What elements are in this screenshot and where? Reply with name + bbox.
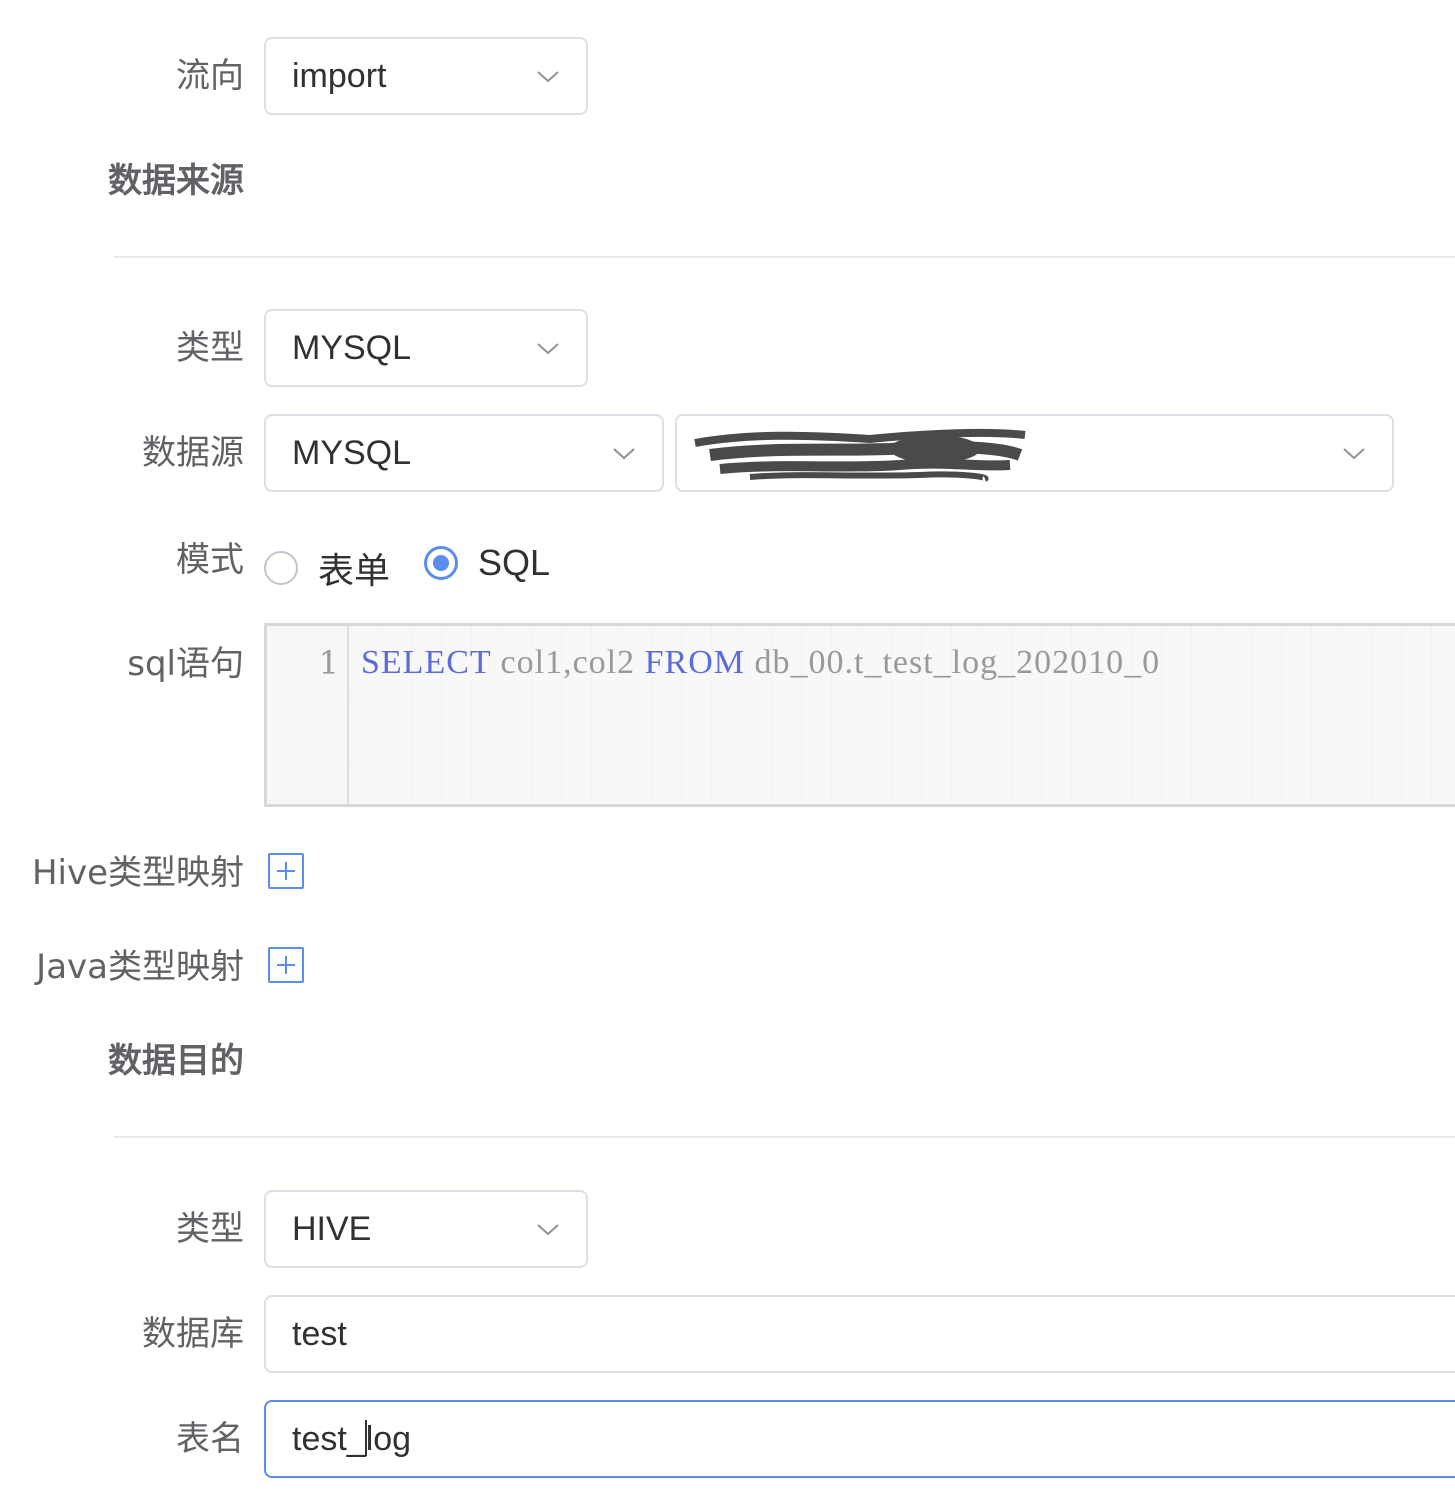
- mode-radio-form[interactable]: 表单: [264, 542, 390, 594]
- database-label: 数据库: [142, 1314, 244, 1354]
- target-section-title: 数据目的: [108, 1041, 244, 1081]
- sql-keyword-from: FROM: [644, 644, 745, 681]
- datasource-type-value: MYSQL: [292, 434, 412, 472]
- sql-label: sql语句: [127, 644, 244, 684]
- redaction-scribble: [694, 428, 1026, 482]
- target-type-value: HIVE: [292, 1210, 372, 1248]
- sql-editor[interactable]: 1 SELECT col1,col2 FROM db_00.t_test_log…: [264, 623, 1455, 807]
- chevron-down-icon: [1343, 448, 1365, 460]
- source-type-label: 类型: [176, 328, 244, 368]
- database-input[interactable]: test: [264, 1295, 1455, 1373]
- source-section-title: 数据来源: [108, 161, 244, 201]
- flow-select[interactable]: import: [264, 37, 588, 115]
- hive-mapping-label: Hive类型映射: [31, 853, 244, 893]
- mode-radio-sql[interactable]: SQL: [424, 542, 550, 584]
- hive-mapping-add-icon[interactable]: [268, 853, 304, 889]
- source-type-select[interactable]: MYSQL: [264, 309, 588, 387]
- table-name-after-cursor: log: [365, 1420, 412, 1458]
- editor-code-area[interactable]: SELECT col1,col2 FROM db_00.t_test_log_2…: [351, 626, 1455, 804]
- java-mapping-add-icon[interactable]: [268, 947, 304, 983]
- code-line: SELECT col1,col2 FROM db_00.t_test_log_2…: [361, 644, 1160, 682]
- target-type-label: 类型: [176, 1209, 244, 1249]
- table-name-input-value: test_log: [292, 1419, 411, 1459]
- source-type-value: MYSQL: [292, 329, 412, 367]
- chevron-down-icon: [537, 343, 559, 355]
- database-input-value: test: [292, 1315, 347, 1353]
- mode-option-sql-label: SQL: [478, 542, 551, 583]
- source-divider: [114, 256, 1455, 258]
- table-name-label: 表名: [176, 1419, 244, 1459]
- datasource-type-select[interactable]: MYSQL: [264, 414, 664, 492]
- datasource-label: 数据源: [142, 433, 244, 473]
- mode-option-form-label: 表单: [318, 550, 391, 591]
- target-type-select[interactable]: HIVE: [264, 1190, 588, 1268]
- table-name-before-cursor: test_: [292, 1420, 366, 1458]
- chevron-down-icon: [537, 1224, 559, 1236]
- radio-circle[interactable]: [264, 551, 298, 585]
- flow-label: 流向: [176, 56, 244, 96]
- flow-select-value: import: [292, 57, 387, 95]
- target-divider: [114, 1136, 1455, 1138]
- chevron-down-icon: [537, 71, 559, 83]
- sql-keyword-select: SELECT: [361, 644, 492, 681]
- radio-circle-checked[interactable]: [424, 546, 458, 580]
- sql-columns: col1,col2: [491, 644, 645, 681]
- editor-gutter: 1: [267, 626, 349, 804]
- sql-table: db_00.t_test_log_202010_0: [745, 644, 1161, 681]
- java-mapping-label: Java类型映射: [36, 947, 244, 987]
- mode-label: 模式: [176, 540, 244, 580]
- line-number: 1: [318, 644, 339, 682]
- table-name-input[interactable]: test_log: [264, 1400, 1455, 1478]
- chevron-down-icon: [613, 448, 635, 460]
